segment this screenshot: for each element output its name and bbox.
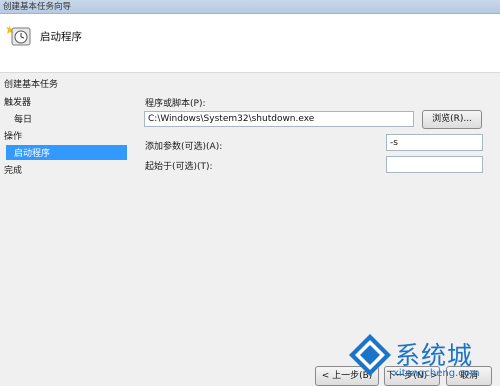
watermark-logo-icon [349, 334, 391, 376]
step-daily[interactable]: 每日 [14, 112, 32, 125]
wizard-header: 启动程序 [0, 14, 500, 73]
step-start-program-label: 启动程序 [14, 149, 51, 159]
task-clock-icon [6, 25, 31, 46]
start-in-label: 起始于(可选)(T): [145, 162, 213, 172]
site-watermark: 系统城 xitongcheng.com [343, 330, 500, 386]
step-start-program[interactable]: 启动程序 [6, 145, 127, 160]
page-title: 启动程序 [40, 31, 82, 43]
window-title: 创建基本任务向导 [3, 2, 72, 12]
program-label: 程序或脚本(P): [145, 99, 206, 109]
step-trigger[interactable]: 触发器 [4, 95, 31, 108]
step-create-basic-task[interactable]: 创建基本任务 [4, 77, 58, 90]
title-bar: 创建基本任务向导 [0, 0, 500, 14]
step-finish[interactable]: 完成 [4, 163, 22, 176]
watermark-text: 系统城 [395, 341, 474, 370]
arguments-field[interactable] [386, 134, 483, 151]
watermark-url: xitongcheng.com [393, 368, 480, 379]
program-field[interactable] [144, 111, 414, 127]
wizard-steps-sidebar: 创建基本任务 触发器 每日 操作 启动程序 完成 [0, 73, 131, 386]
arguments-label: 添加参数(可选)(A): [145, 142, 223, 152]
start-in-field[interactable] [386, 156, 483, 173]
browse-button[interactable]: 浏览(R)... [422, 110, 482, 129]
step-action[interactable]: 操作 [4, 129, 22, 142]
